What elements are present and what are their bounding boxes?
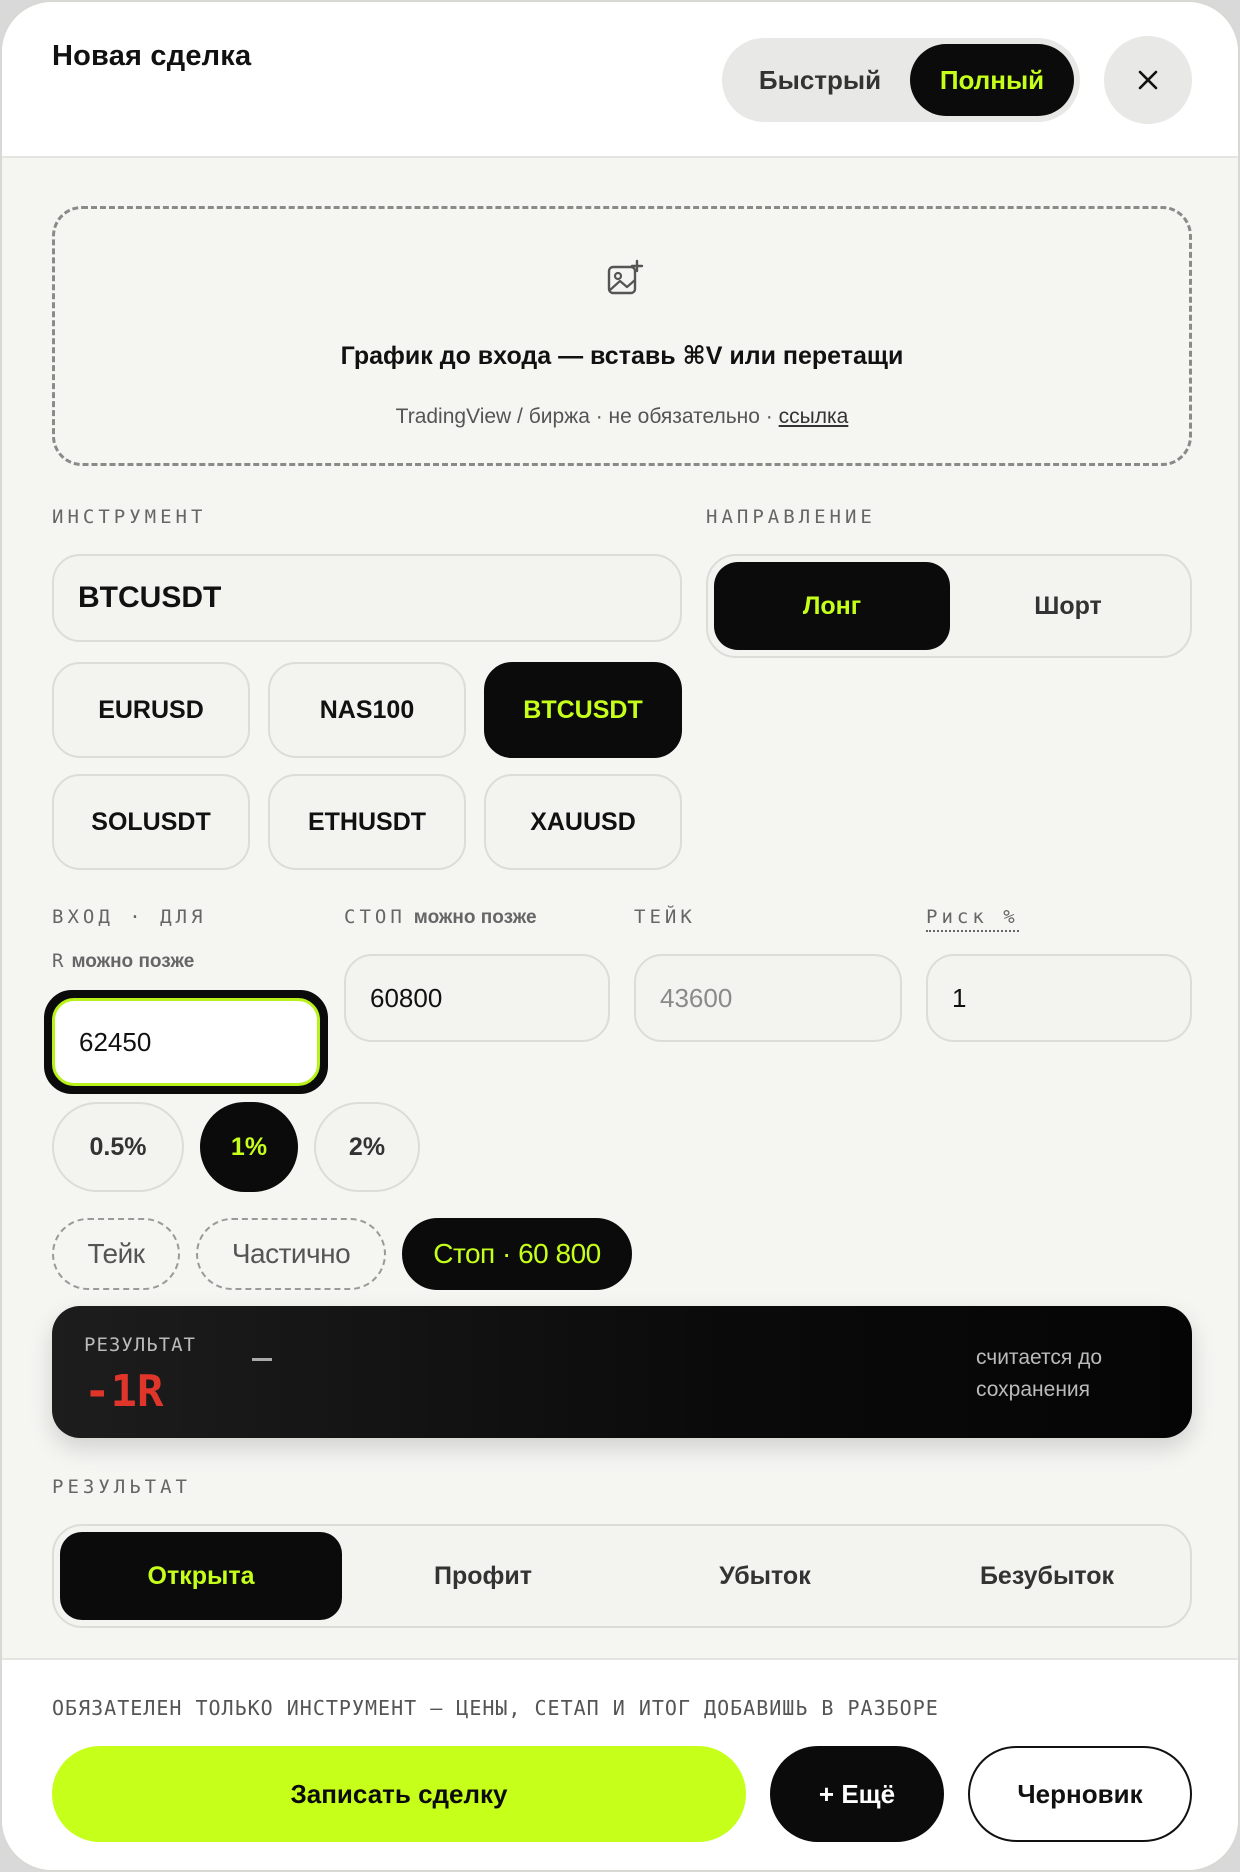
instrument-chip[interactable]: SOLUSDT <box>52 774 250 870</box>
outcome-toggle: Открыта Профит Убыток Безубыток <box>52 1524 1192 1628</box>
outcome-profit-button[interactable]: Профит <box>342 1532 624 1620</box>
result-card-label: РЕЗУЛЬТАТ <box>84 1334 196 1356</box>
exit-stop-tag[interactable]: Стоп · 60 800 <box>402 1218 632 1290</box>
instrument-input[interactable]: BTCUSDT <box>52 554 682 642</box>
entry-label-line2: Rможно позже <box>52 950 194 973</box>
exit-take-tag[interactable]: Тейк <box>52 1218 180 1290</box>
exit-partial-tag[interactable]: Частично <box>196 1218 386 1290</box>
direction-label: НАПРАВЛЕНИЕ <box>706 506 876 528</box>
risk-input[interactable]: 1 <box>926 954 1192 1042</box>
chart-dropzone[interactable]: График до входа — вставь ⌘V или перетащи… <box>52 206 1192 466</box>
stop-hint: можно позже <box>413 907 537 928</box>
risk-preset-selected[interactable]: 1% <box>200 1102 298 1192</box>
entry-hint: можно позже <box>71 951 195 972</box>
dropzone-link[interactable]: ссылка <box>779 405 849 428</box>
submit-trade-button[interactable]: Записать сделку <box>52 1746 746 1842</box>
draft-button[interactable]: Черновик <box>968 1746 1192 1842</box>
result-card-dash <box>252 1358 272 1361</box>
risk-preset[interactable]: 2% <box>314 1102 420 1192</box>
stop-input[interactable]: 60800 <box>344 954 610 1042</box>
close-icon <box>1138 70 1158 90</box>
instrument-chip[interactable]: EURUSD <box>52 662 250 758</box>
stop-label-text: СТОП <box>344 906 406 928</box>
outcome-loss-button[interactable]: Убыток <box>624 1532 906 1620</box>
instrument-chip-selected[interactable]: BTCUSDT <box>484 662 682 758</box>
close-button[interactable] <box>1104 36 1192 124</box>
direction-long-button[interactable]: Лонг <box>714 562 950 650</box>
image-add-icon <box>607 259 644 295</box>
result-card: РЕЗУЛЬТАТ -1R считается до сохранения <box>52 1306 1192 1438</box>
take-input[interactable]: 43600 <box>634 954 902 1042</box>
entry-label: ВХОД · ДЛЯ <box>52 906 206 928</box>
mode-fast-button[interactable]: Быстрый <box>730 44 910 116</box>
outcome-open-button[interactable]: Открыта <box>60 1532 342 1620</box>
direction-toggle: Лонг Шорт <box>706 554 1192 658</box>
mode-toggle: Быстрый Полный <box>722 38 1080 122</box>
outcome-breakeven-button[interactable]: Безубыток <box>906 1532 1188 1620</box>
entry-label-text: ВХОД · ДЛЯ <box>52 906 207 928</box>
entry-label-r: R <box>52 950 64 972</box>
dropzone-subtitle-text: TradingView / биржа · не обязательно · <box>395 405 773 428</box>
risk-preset[interactable]: 0.5% <box>52 1102 184 1192</box>
dropzone-title: График до входа — вставь ⌘V или перетащи <box>340 342 904 370</box>
more-button[interactable]: + Ещё <box>770 1746 944 1842</box>
result-card-value: -1R <box>84 1366 164 1417</box>
footer-hint: ОБЯЗАТЕЛЕН ТОЛЬКО ИНСТРУМЕНТ — ЦЕНЫ, СЕТ… <box>52 1696 939 1720</box>
result-card-note: считается до сохранения <box>976 1346 1102 1401</box>
risk-label[interactable]: Риск % <box>926 906 1019 932</box>
outcome-label: РЕЗУЛЬТАТ <box>52 1476 191 1498</box>
modal-header: Новая сделка Быстрый Полный <box>2 2 1238 158</box>
instrument-chip[interactable]: NAS100 <box>268 662 466 758</box>
instrument-chip[interactable]: XAUUSD <box>484 774 682 870</box>
dropzone-subtitle: TradingView / биржа · не обязательно · с… <box>55 405 1189 429</box>
direction-short-button[interactable]: Шорт <box>950 562 1186 650</box>
mode-full-button[interactable]: Полный <box>910 44 1074 116</box>
take-label: ТЕЙК <box>634 906 696 928</box>
instrument-label: ИНСТРУМЕНТ <box>52 506 207 528</box>
modal-footer: ОБЯЗАТЕЛЕН ТОЛЬКО ИНСТРУМЕНТ — ЦЕНЫ, СЕТ… <box>2 1658 1238 1870</box>
entry-input[interactable]: 62450 <box>52 998 320 1086</box>
modal-title: Новая сделка <box>52 40 252 72</box>
stop-label: СТОП можно позже <box>344 906 537 929</box>
instrument-chip[interactable]: ETHUSDT <box>268 774 466 870</box>
new-trade-modal: Новая сделка Быстрый Полный График до вх… <box>0 0 1240 1872</box>
